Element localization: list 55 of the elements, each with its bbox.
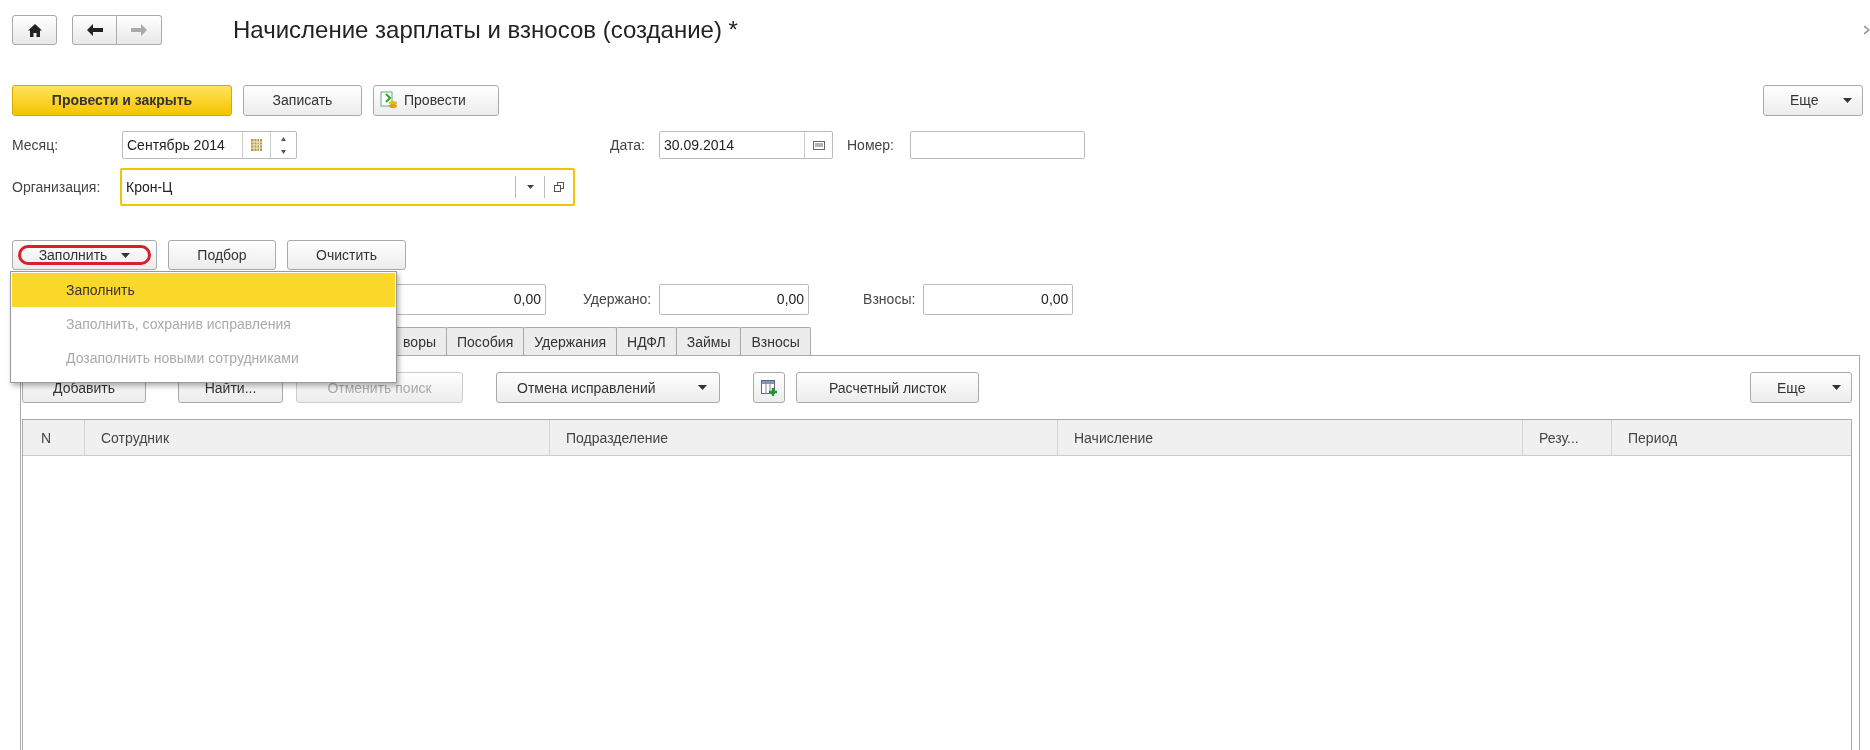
- forward-arrow-icon: [131, 24, 147, 36]
- field-value: 0,00: [512, 290, 542, 309]
- column-header[interactable]: Начисление: [1057, 420, 1522, 455]
- more-button[interactable]: Еще: [1763, 84, 1863, 116]
- field-label: Дата:: [610, 137, 646, 153]
- post-button[interactable]: Провести: [373, 84, 499, 116]
- number-field[interactable]: [910, 131, 1085, 159]
- total-label: Взносы:: [863, 291, 916, 307]
- home-icon: [27, 23, 42, 37]
- back-arrow-icon: [86, 24, 103, 36]
- fill-dropdown-button[interactable]: Заполнить: [12, 240, 157, 270]
- field-label: Месяц:: [12, 137, 60, 153]
- table-settings-button[interactable]: [753, 372, 785, 403]
- home-button[interactable]: [12, 15, 57, 45]
- toolbar-button[interactable]: Отмена исправлений: [496, 372, 720, 403]
- column-header[interactable]: N: [23, 420, 84, 455]
- post-and-close-button[interactable]: Провести и закрыть: [12, 84, 232, 116]
- caret-icon: [526, 185, 534, 189]
- tab[interactable]: Взносы: [740, 327, 811, 355]
- caret-icon: [1843, 97, 1852, 103]
- more-button[interactable]: Еще: [1750, 372, 1852, 403]
- organization-field[interactable]: Крон-Ц: [120, 168, 575, 206]
- calendar-icon: [251, 139, 262, 151]
- field-label: Номер:: [847, 137, 895, 153]
- field-value: Крон-Ц: [125, 178, 174, 197]
- field-value: Сентябрь 2014: [126, 136, 226, 155]
- caret-icon: [121, 252, 131, 258]
- column-header[interactable]: Сотрудник: [84, 420, 549, 455]
- field-value: 30.09.2014: [663, 136, 736, 155]
- field-value: 0,00: [775, 290, 806, 309]
- toolbar-button[interactable]: Расчетный листок: [796, 372, 979, 403]
- window-title: Начисление зарплаты и взносов (создание) *: [233, 16, 738, 44]
- caret-icon: [1832, 385, 1841, 390]
- tab[interactable]: Пособия: [446, 327, 525, 355]
- date-field[interactable]: 30.09.2014: [659, 131, 833, 159]
- column-header[interactable]: Период: [1611, 420, 1851, 455]
- back-button[interactable]: [72, 15, 117, 45]
- menu-item[interactable]: Заполнить: [12, 273, 395, 307]
- toolbar-button[interactable]: Очистить: [287, 240, 406, 270]
- toolbar-button[interactable]: Подбор: [168, 240, 276, 270]
- document-coins-icon: [380, 91, 398, 109]
- save-button[interactable]: Записать: [243, 84, 362, 116]
- column-header[interactable]: Подразделение: [549, 420, 1057, 455]
- tab[interactable]: Удержания: [523, 327, 618, 355]
- field-label: Организация:: [12, 179, 102, 195]
- calendar-icon: [812, 140, 825, 150]
- open-window-icon: [554, 182, 564, 192]
- tab[interactable]: НДФЛ: [616, 327, 677, 355]
- column-header[interactable]: Резу...: [1522, 420, 1611, 455]
- total-label: Удержано:: [583, 291, 652, 307]
- table-add-icon: [761, 379, 777, 396]
- month-field[interactable]: Сентябрь 2014: [122, 131, 297, 159]
- field-value: 0,00: [1040, 290, 1070, 309]
- tab[interactable]: Займы: [675, 327, 742, 355]
- caret-icon: [698, 385, 707, 390]
